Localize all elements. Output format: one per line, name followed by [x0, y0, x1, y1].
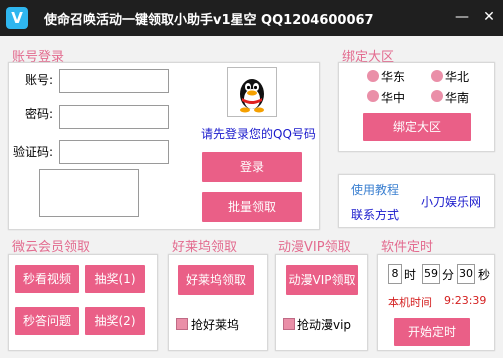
account-panel: 账号: 密码: 验证码: 请先登录您的QQ号码 登录 批量领取	[8, 62, 320, 230]
password-label: 密码:	[25, 107, 54, 121]
lottery-1-button[interactable]: 抽奖(1)	[85, 265, 145, 293]
hollywood-claim-button[interactable]: 好莱坞领取	[178, 265, 254, 295]
hollywood-grab-label: 抢好莱坞	[191, 318, 240, 332]
qq-avatar	[227, 67, 277, 117]
close-button[interactable]: ✕	[480, 8, 498, 26]
hour-unit-label: 时	[404, 268, 417, 282]
lottery-2-button[interactable]: 抽奖(2)	[85, 307, 145, 335]
studio-link[interactable]: 小刀娱乐网	[421, 193, 481, 210]
login-button[interactable]: 登录	[202, 152, 302, 182]
region-panel: 华东 华北 华中 华南 绑定大区	[338, 62, 495, 152]
bind-region-button[interactable]: 绑定大区	[363, 113, 471, 141]
answer-questions-button[interactable]: 秒答问题	[15, 307, 79, 335]
anime-panel: 动漫VIP领取 抢动漫vip	[275, 254, 368, 351]
account-label: 账号:	[25, 73, 54, 87]
timer-panel-title: 软件定时	[381, 240, 434, 255]
hollywood-panel: 好莱坞领取 抢好莱坞	[168, 254, 268, 351]
local-time-label: 本机时间	[388, 296, 432, 309]
region-label-huabei: 华北	[445, 70, 470, 84]
qq-penguin-icon	[240, 79, 264, 113]
batch-claim-button[interactable]: 批量领取	[202, 192, 302, 222]
region-label-huadong: 华东	[381, 70, 406, 84]
minute-unit-label: 分	[442, 268, 455, 282]
minute-input[interactable]: 59	[422, 264, 440, 284]
second-unit-label: 秒	[478, 268, 491, 282]
links-panel: 使用教程 小刀娱乐网 联系方式	[338, 174, 495, 228]
login-hint-text: 请先登录您的QQ号码	[201, 127, 316, 141]
local-time-value: 9:23:39	[444, 294, 487, 307]
hollywood-panel-title: 好莱坞领取	[172, 240, 238, 255]
region-radio-huanan[interactable]	[431, 90, 443, 102]
captcha-input[interactable]	[59, 140, 169, 164]
minimize-button[interactable]: —	[453, 8, 471, 26]
contact-link[interactable]: 联系方式	[351, 206, 399, 223]
hour-input[interactable]: 8	[388, 264, 402, 284]
anime-grab-label: 抢动漫vip	[297, 318, 352, 332]
anime-grab-checkbox[interactable]	[283, 318, 295, 330]
region-label-huanan: 华南	[445, 91, 470, 105]
hollywood-grab-checkbox[interactable]	[176, 318, 188, 330]
app-logo-icon: V	[6, 7, 28, 29]
anime-vip-claim-button[interactable]: 动漫VIP领取	[286, 265, 358, 295]
captcha-image[interactable]	[39, 169, 139, 217]
watch-video-button[interactable]: 秒看视频	[15, 265, 79, 293]
second-input[interactable]: 30	[457, 264, 475, 284]
anime-panel-title: 动漫VIP领取	[278, 240, 351, 255]
tutorial-link[interactable]: 使用教程	[351, 181, 399, 198]
start-timer-button[interactable]: 开始定时	[394, 318, 470, 346]
password-input[interactable]	[59, 105, 169, 129]
account-input[interactable]	[59, 69, 169, 93]
title-bar: V 使命召唤活动一键领取小助手v1星空 QQ1204600067 — ✕	[0, 0, 503, 36]
region-radio-huabei[interactable]	[431, 70, 443, 82]
timer-panel: 8 时 59 分 30 秒 本机时间 9:23:39 开始定时	[377, 254, 495, 351]
weiyun-panel: 秒看视频 抽奖(1) 秒答问题 抽奖(2)	[8, 254, 158, 351]
window-title: 使命召唤活动一键领取小助手v1星空 QQ1204600067	[44, 13, 374, 28]
region-label-huazhong: 华中	[381, 91, 406, 105]
region-radio-huazhong[interactable]	[367, 90, 379, 102]
captcha-label: 验证码:	[13, 145, 54, 159]
weiyun-panel-title: 微云会员领取	[12, 240, 91, 255]
region-radio-huadong[interactable]	[367, 70, 379, 82]
